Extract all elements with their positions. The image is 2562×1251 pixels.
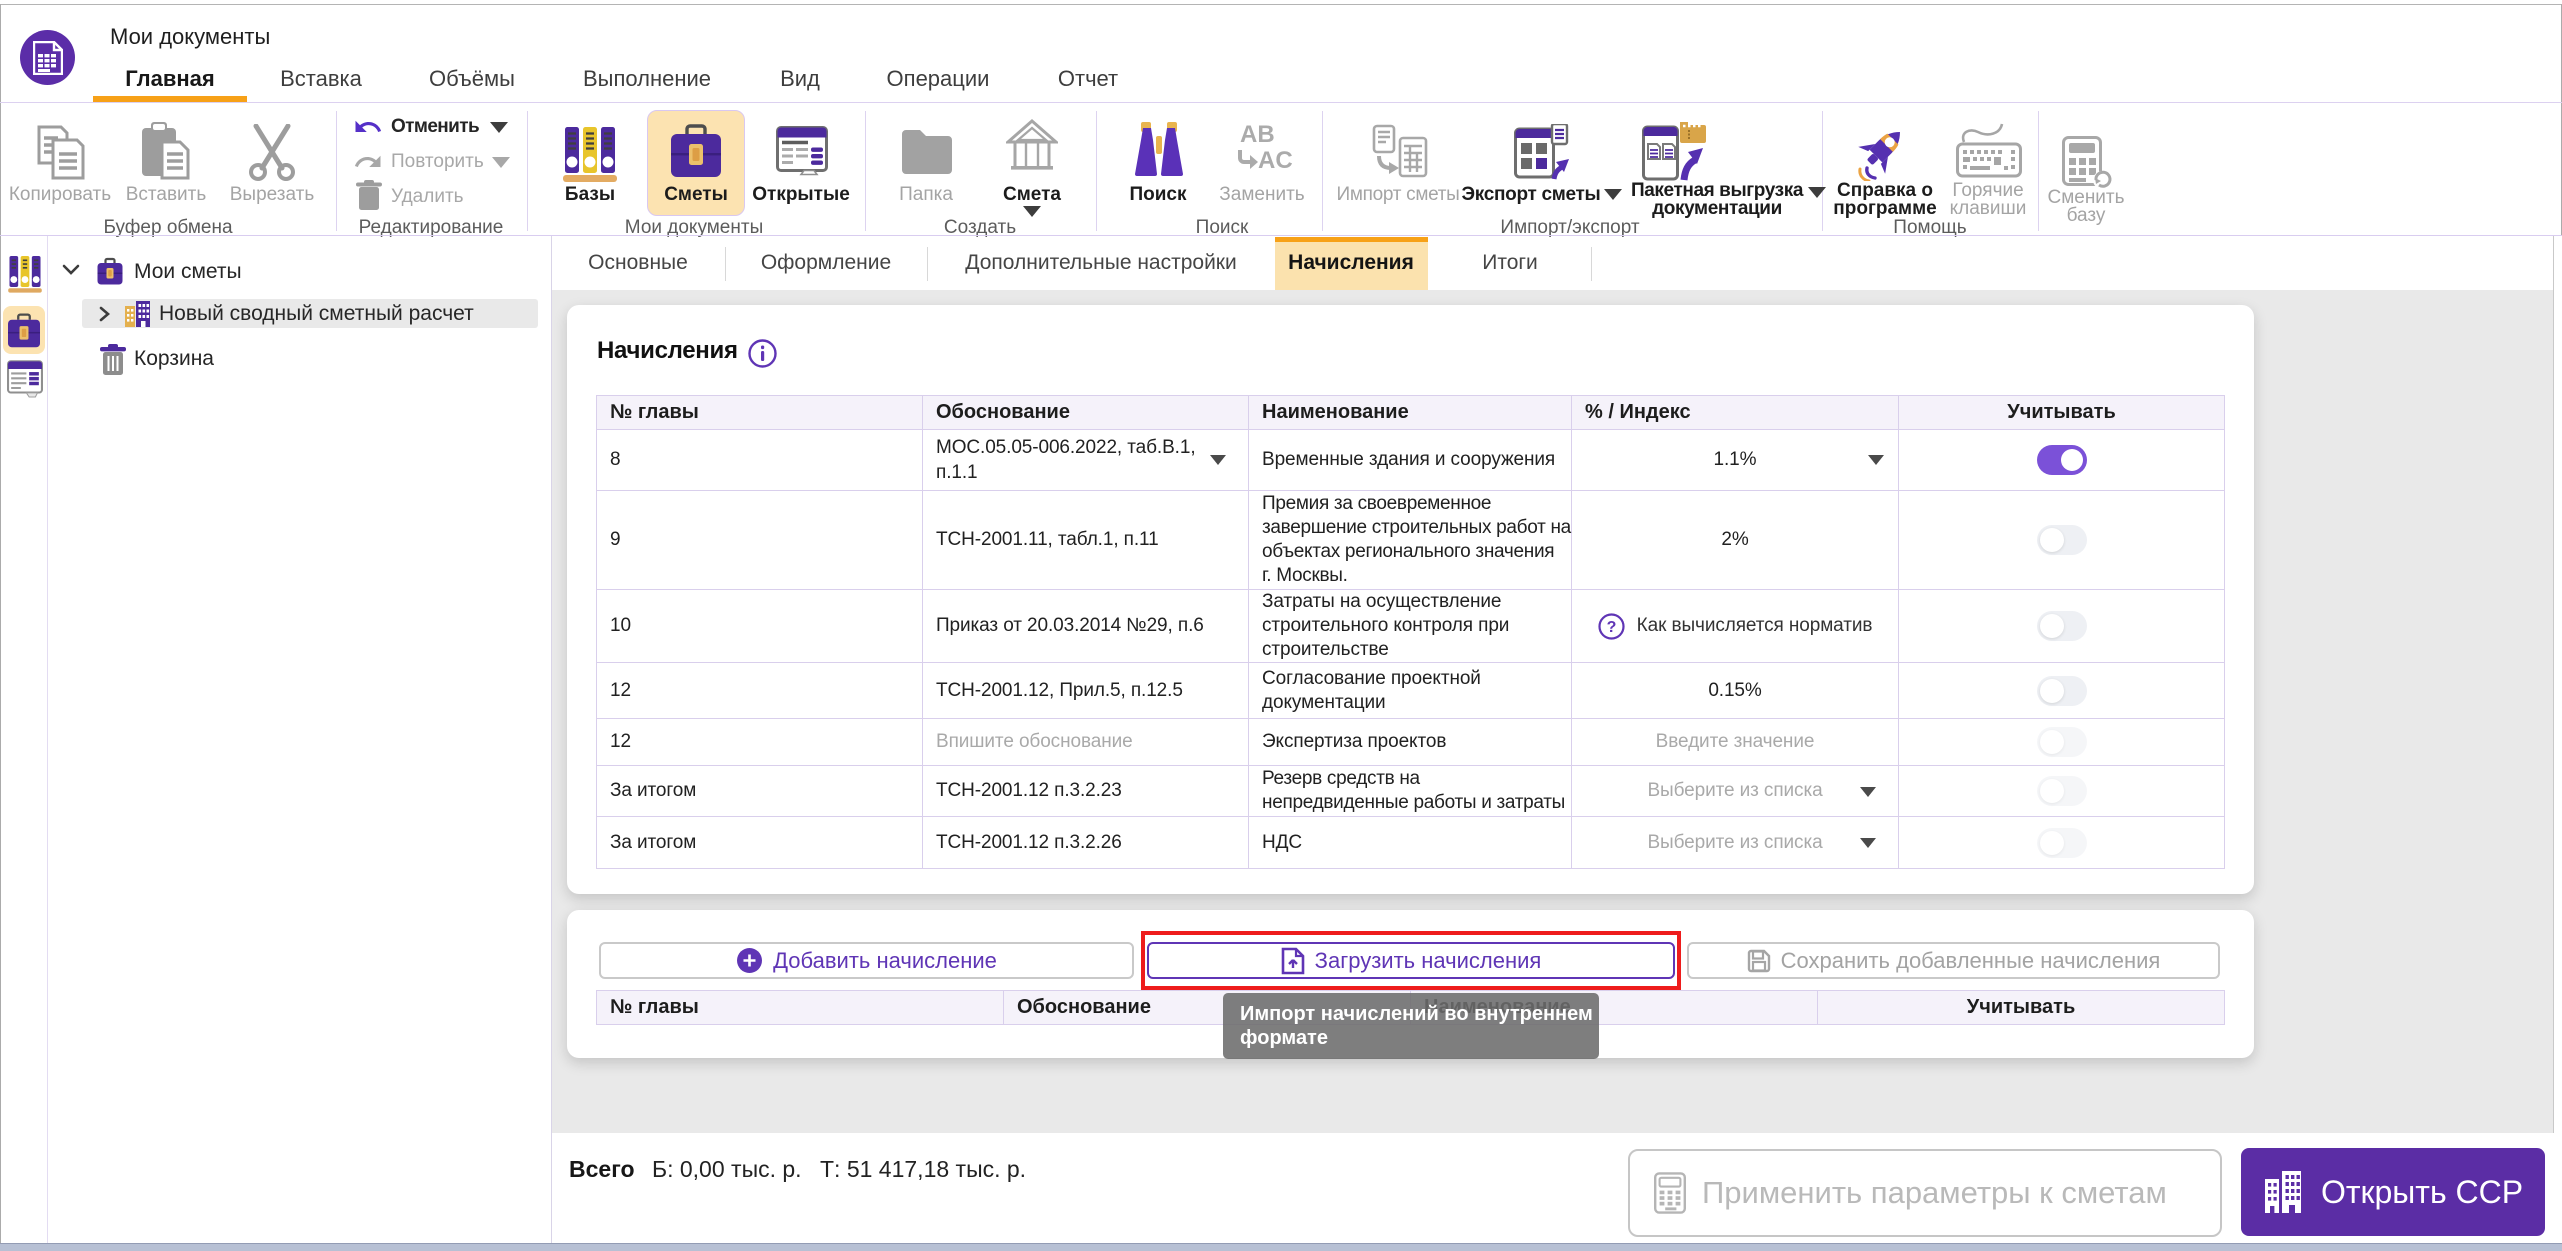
svg-text:AC: AC bbox=[1258, 147, 1293, 174]
svg-text:?: ? bbox=[1606, 619, 1616, 636]
svg-text:AB: AB bbox=[1240, 122, 1275, 148]
